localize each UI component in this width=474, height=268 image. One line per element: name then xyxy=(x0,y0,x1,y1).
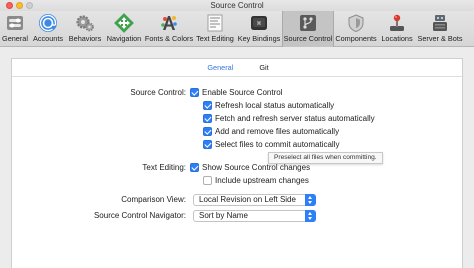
include-upstream-changes-label: Include upstream changes xyxy=(215,176,309,185)
tab-git[interactable]: Git xyxy=(259,59,268,76)
toolbar-item-components[interactable]: Components xyxy=(334,11,378,47)
tab-bar: General Git xyxy=(12,59,464,76)
zoom-button[interactable] xyxy=(26,2,33,9)
svg-text:⌘: ⌘ xyxy=(257,21,262,27)
tab-general[interactable]: General xyxy=(207,59,233,76)
toolbar-label: Fonts & Colors xyxy=(144,34,194,43)
window-title: Source Control xyxy=(210,1,264,10)
refresh-local-status-checkbox[interactable] xyxy=(203,101,212,110)
toolbar-item-locations[interactable]: Locations xyxy=(378,11,416,47)
comparison-view-label: Comparison View: xyxy=(121,195,186,204)
show-source-control-changes-checkbox[interactable] xyxy=(190,163,199,172)
enable-source-control-label: Enable Source Control xyxy=(202,88,283,97)
shield-icon xyxy=(348,14,364,33)
navigator-sort-value: Sort by Name xyxy=(199,211,248,220)
general-switch-icon xyxy=(7,16,23,30)
toolbar-item-accounts[interactable]: Accounts xyxy=(30,11,66,47)
navigation-arrows-icon xyxy=(114,13,134,33)
joystick-icon xyxy=(390,14,404,31)
toolbar-label: Navigation xyxy=(106,34,142,43)
server-icon xyxy=(433,15,447,31)
fetch-server-status-checkbox[interactable] xyxy=(203,114,212,123)
toolbar-item-server-bots[interactable]: Server & Bots xyxy=(416,11,464,47)
gears-icon xyxy=(76,15,94,32)
color-palette-icon xyxy=(161,16,177,30)
chevron-up-down-icon xyxy=(305,210,316,222)
toolbar-item-fonts-colors[interactable]: Fonts & Colors xyxy=(144,11,194,47)
toolbar-label: Locations xyxy=(381,34,413,43)
text-editing-label: Text Editing: xyxy=(142,163,186,172)
close-button[interactable] xyxy=(6,2,13,9)
comparison-view-value: Local Revision on Left Side xyxy=(199,195,296,204)
title-bar: Source Control xyxy=(0,0,474,11)
keyboard-key-icon: ⌘ xyxy=(251,16,267,30)
navigator-label: Source Control Navigator: xyxy=(93,211,186,220)
enable-source-control-checkbox[interactable] xyxy=(190,88,199,97)
include-upstream-changes-checkbox[interactable] xyxy=(203,176,212,185)
preferences-toolbar: General Accounts Behaviors Navigation Fo… xyxy=(0,11,474,47)
fetch-server-status-label: Fetch and refresh server status automati… xyxy=(215,114,375,123)
toolbar-label: Key Bindings xyxy=(237,34,281,43)
toolbar-label: Behaviors xyxy=(68,34,102,43)
tab-divider xyxy=(12,76,464,77)
minimize-button[interactable] xyxy=(16,2,23,9)
source-control-icon xyxy=(300,15,316,31)
select-files-commit-label: Select files to commit automatically xyxy=(215,140,340,149)
toolbar-label: General xyxy=(2,34,28,43)
toolbar-item-text-editing[interactable]: Text Editing xyxy=(194,11,236,47)
at-sign-icon xyxy=(39,14,57,32)
toolbar-label: Accounts xyxy=(32,34,63,43)
comparison-view-select[interactable]: Local Revision on Left Side xyxy=(193,194,316,206)
toolbar-label: Text Editing xyxy=(196,34,234,43)
toolbar-item-source-control[interactable]: Source Control xyxy=(282,11,334,47)
toolbar-item-navigation[interactable]: Navigation xyxy=(104,11,144,47)
add-remove-files-checkbox[interactable] xyxy=(203,127,212,136)
toolbar-label: Server & Bots xyxy=(417,34,463,43)
refresh-local-status-label: Refresh local status automatically xyxy=(215,101,335,110)
toolbar-label: Components xyxy=(335,34,377,43)
show-source-control-changes-label: Show Source Control changes xyxy=(202,163,311,172)
toolbar-item-behaviors[interactable]: Behaviors xyxy=(66,11,104,47)
text-editing-icon xyxy=(207,14,223,32)
chevron-up-down-icon xyxy=(305,194,316,206)
add-remove-files-label: Add and remove files automatically xyxy=(215,127,340,136)
navigator-sort-select[interactable]: Sort by Name xyxy=(193,210,316,222)
toolbar-label: Source Control xyxy=(283,34,333,43)
toolbar-item-general[interactable]: General xyxy=(0,11,30,47)
toolbar-item-key-bindings[interactable]: ⌘ Key Bindings xyxy=(236,11,282,47)
select-files-commit-checkbox[interactable] xyxy=(203,140,212,149)
commit-tooltip: Preselect all files when committing. xyxy=(268,152,383,164)
source-control-label: Source Control: xyxy=(130,88,186,97)
